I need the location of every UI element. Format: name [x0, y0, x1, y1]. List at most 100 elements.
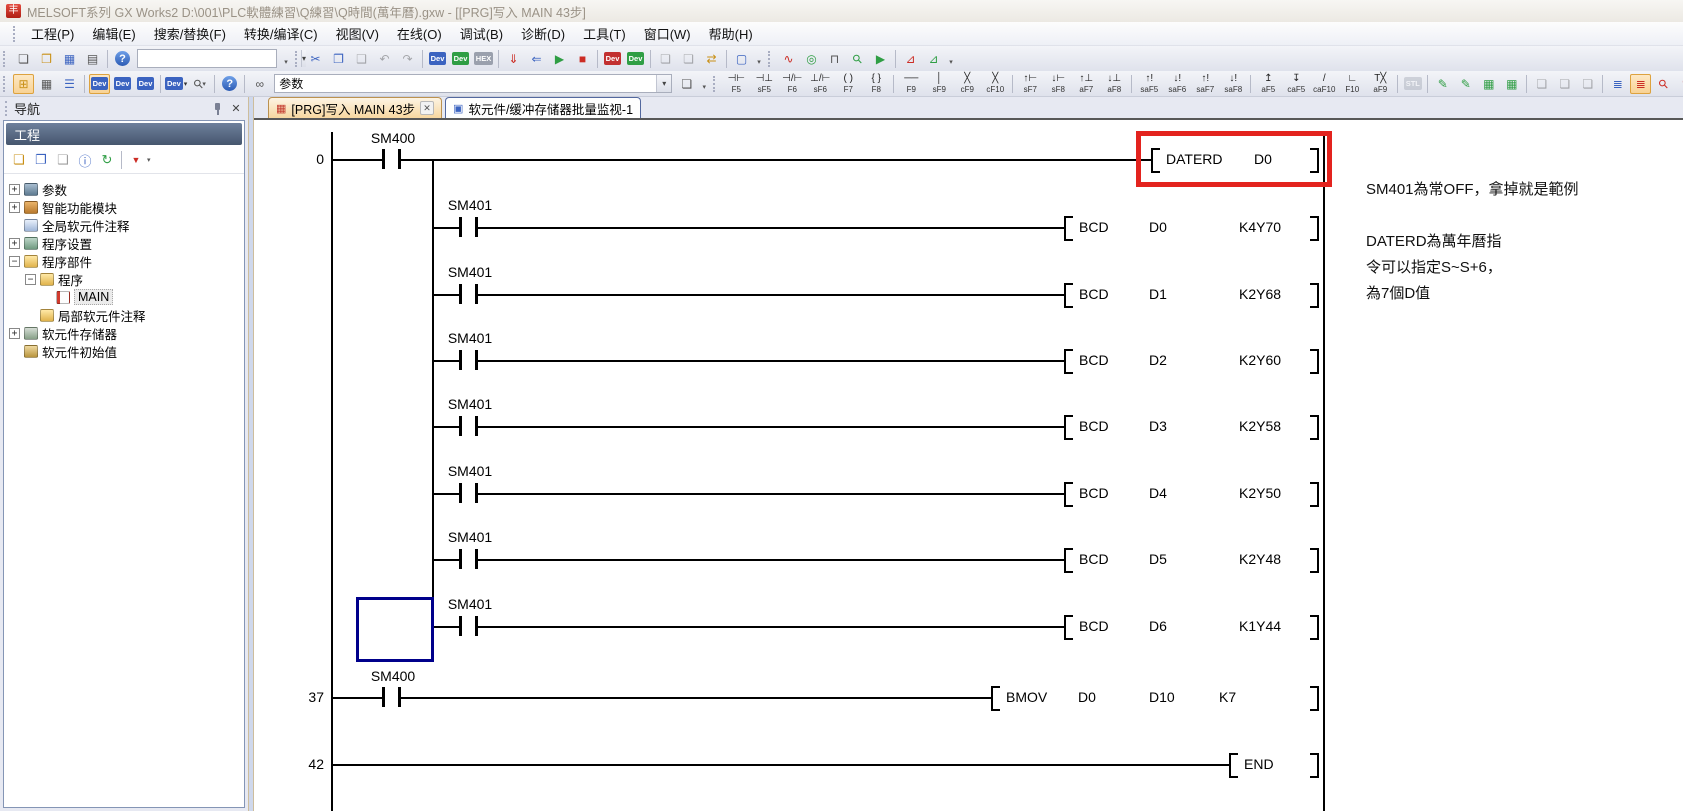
instruction-operand[interactable]: D4 [1149, 485, 1167, 501]
monitor-stop-icon[interactable]: ■ [572, 49, 593, 69]
instruction-bcd[interactable]: BCD [1079, 551, 1109, 567]
contact-sm400[interactable] [382, 687, 401, 707]
close-icon[interactable]: ✕ [229, 102, 243, 115]
fkey-delete-vline[interactable]: ╳cF10 [981, 72, 1009, 96]
find-result-icon[interactable]: ⚲ [1653, 74, 1674, 94]
instruction-operand[interactable]: K2Y50 [1239, 485, 1281, 501]
pulse-monitor-icon[interactable]: ⊓ [824, 49, 845, 69]
contact-sm401[interactable] [459, 616, 478, 636]
instruction-bcd[interactable]: BCD [1079, 219, 1109, 235]
contact-sm401[interactable] [459, 217, 478, 237]
menu-tools[interactable]: 工具(T) [574, 22, 635, 45]
device-comment-display-icon[interactable]: Dev [89, 74, 110, 94]
instruction-bcd[interactable]: BCD [1079, 618, 1109, 634]
display-format-icon[interactable]: Dev▾ [165, 74, 187, 94]
connection-lines-icon[interactable]: ≣ [1607, 74, 1628, 94]
instruction-operand[interactable]: D6 [1149, 618, 1167, 634]
monitor-window-icon[interactable]: ▢ [731, 49, 752, 69]
instruction-bcd[interactable]: BCD [1079, 485, 1109, 501]
toolbar-overflow-icon[interactable]: ▾ [945, 49, 957, 69]
expand-icon[interactable]: + [9, 184, 20, 195]
tree-item-local-comment[interactable]: 局部软元件注释 [4, 306, 244, 324]
fkey-pulse-convert-2[interactable]: ↧caF5 [1282, 72, 1310, 96]
fkey-horizontal-line[interactable]: ──F9 [897, 72, 925, 96]
toolbar-grip[interactable] [713, 76, 718, 92]
open-project-icon[interactable]: ❒ [36, 49, 57, 69]
copy-icon[interactable]: ❐ [328, 49, 349, 69]
instruction-operand[interactable]: D5 [1149, 551, 1167, 567]
fkey-invert-result[interactable]: /caF10 [1310, 72, 1338, 96]
fkey-delete-hline[interactable]: ╳cF9 [953, 72, 981, 96]
transfer-setup-icon[interactable]: ⇄ [701, 49, 722, 69]
fkey-rising-pulse[interactable]: ↑⊢sF7 [1016, 72, 1044, 96]
edit-ladder-icon[interactable]: ✎ [1676, 74, 1683, 94]
menu-debug[interactable]: 调试(B) [451, 22, 512, 45]
expand-icon[interactable]: − [25, 274, 36, 285]
instruction-operand[interactable]: D3 [1149, 418, 1167, 434]
expand-icon[interactable]: + [9, 202, 20, 213]
fkey-vertical-line[interactable]: │sF9 [925, 72, 953, 96]
menubar-grip[interactable] [13, 26, 18, 42]
cross-reference-icon[interactable]: ∞ [249, 74, 270, 94]
tab-device-monitor[interactable]: ▣ 软元件/缓冲存储器批量监视-1 [445, 97, 641, 118]
instruction-operand[interactable]: D0 [1078, 689, 1096, 705]
read-from-plc-icon[interactable]: Dev [450, 49, 471, 69]
verify-with-plc-icon[interactable]: HEX [473, 49, 494, 69]
instruction-operand[interactable]: K2Y60 [1239, 352, 1281, 368]
monitor-run-icon[interactable]: ▶ [870, 49, 891, 69]
write-to-plc-icon[interactable]: Dev [427, 49, 448, 69]
find-in-document-icon[interactable]: ❏ [676, 74, 697, 94]
toolbar-grip[interactable] [768, 51, 773, 67]
toolbar-overflow-icon[interactable]: ▾ [280, 49, 292, 69]
copy-item-icon[interactable]: ❐ [30, 150, 52, 170]
expand-icon[interactable]: − [9, 256, 20, 267]
contact-sm401[interactable] [459, 549, 478, 569]
instruction-operand[interactable]: K1Y44 [1239, 618, 1281, 634]
toolbar-overflow-icon[interactable]: ▾ [753, 49, 765, 69]
new-item-icon[interactable]: ❏ [8, 150, 30, 170]
device-combo-input[interactable] [275, 76, 656, 91]
quick-find-combo[interactable]: ▾ [137, 49, 277, 68]
edit-rung-icon[interactable]: ▦ [1478, 74, 1499, 94]
fkey-branch-line[interactable]: ∟F10 [1338, 72, 1366, 96]
tab-main-program[interactable]: ▦ [PRG]写入 MAIN 43步 ✕ [268, 97, 442, 118]
print-icon[interactable]: ▤ [82, 49, 103, 69]
statement-display-icon[interactable]: Dev [112, 74, 133, 94]
edit-contact-icon[interactable]: ✎ [1432, 74, 1453, 94]
monitor-find-icon[interactable]: ⚲ [847, 49, 868, 69]
toolbar-overflow-icon[interactable]: ▾ [698, 74, 710, 94]
contact-sm401[interactable] [459, 483, 478, 503]
ladder-editor[interactable]: 0 SM400 DATERD D0 SM401 BCD D0 K4Y70 [254, 120, 1683, 811]
trend-graph-1-icon[interactable]: ⊿ [900, 49, 921, 69]
fkey-falling-pulse[interactable]: ↓⊢sF8 [1044, 72, 1072, 96]
instruction-operand[interactable]: K2Y48 [1239, 551, 1281, 567]
download-icon[interactable]: ⇓ [503, 49, 524, 69]
contact-sm400[interactable] [382, 149, 401, 169]
instruction-operand[interactable]: K2Y68 [1239, 286, 1281, 302]
fkey-open-contact[interactable]: ⊣⊢F5 [722, 72, 750, 96]
menu-online[interactable]: 在线(O) [388, 22, 451, 45]
fkey-delete-branch[interactable]: T╳aF9 [1366, 72, 1394, 96]
fkey-or-falling-negated[interactable]: ↓!saF8 [1219, 72, 1247, 96]
fkey-pulse-convert[interactable]: ↥aF5 [1254, 72, 1282, 96]
cut-icon[interactable]: ✂ [305, 49, 326, 69]
device-find-icon[interactable]: ⚲▾ [189, 74, 210, 94]
output-window-icon[interactable]: ☰ [59, 74, 80, 94]
combo-dropdown-icon[interactable]: ▾ [656, 75, 671, 92]
save-project-icon[interactable]: ▦ [59, 49, 80, 69]
tree-item-main[interactable]: MAIN [4, 288, 244, 306]
menu-edit[interactable]: 编辑(E) [83, 22, 144, 45]
trend-graph-2-icon[interactable]: ⊿ [923, 49, 944, 69]
instruction-bcd[interactable]: BCD [1079, 286, 1109, 302]
instruction-bcd[interactable]: BCD [1079, 418, 1109, 434]
toolbar-grip[interactable] [295, 51, 300, 67]
tab-close-icon[interactable]: ✕ [420, 101, 434, 115]
contact-sm401[interactable] [459, 350, 478, 370]
help-icon[interactable]: ? [112, 49, 133, 69]
device-monitor-green-icon[interactable]: Dev [625, 49, 646, 69]
menu-find-replace[interactable]: 搜索/替换(F) [145, 22, 235, 45]
edit-coil-icon[interactable]: ✎ [1455, 74, 1476, 94]
tree-item-program[interactable]: −程序 [4, 270, 244, 288]
expand-icon[interactable]: + [9, 328, 20, 339]
menu-compile[interactable]: 转换/编译(C) [235, 22, 327, 45]
